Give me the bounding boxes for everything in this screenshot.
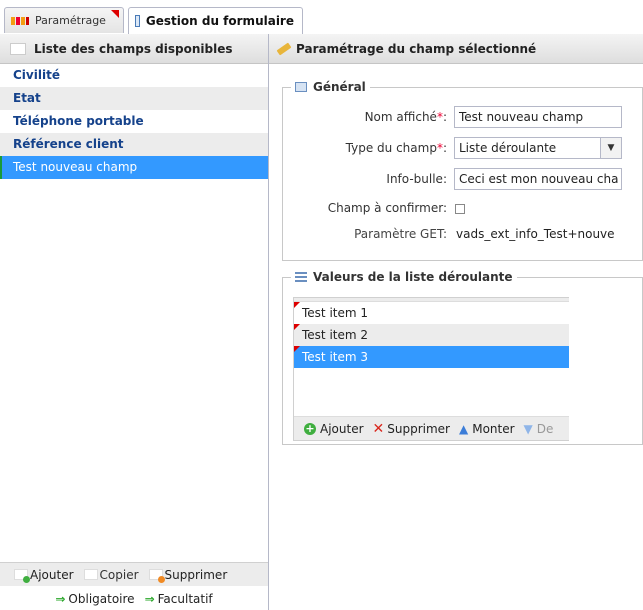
field-settings-header: Paramétrage du champ sélectionné (269, 34, 643, 64)
list-item[interactable]: Test item 3 (294, 346, 569, 368)
arrow-down-icon: ▼ (523, 421, 533, 436)
delete-field-button[interactable]: Supprimer (148, 567, 228, 583)
list-item[interactable]: Test item 2 (294, 324, 569, 346)
list-icon (295, 272, 307, 282)
arrow-up-icon: ▲ (458, 421, 469, 436)
field-item-etat[interactable]: Etat (0, 87, 268, 110)
tab-bar: Paramétrage Gestion du formulaire (0, 0, 643, 35)
modified-flag-icon (294, 346, 300, 352)
list-item[interactable]: Test item 1 (294, 302, 569, 324)
pencil-icon (276, 42, 292, 55)
tooltip-label: Info-bulle: (386, 172, 447, 186)
panel-title: Liste des champs disponibles (34, 41, 233, 56)
display-name-label: Nom affiché*: (364, 110, 447, 124)
general-fieldset: Général Nom affiché*: Test nouveau champ… (282, 80, 643, 261)
general-legend: Général (291, 80, 370, 94)
arrow-right-icon: ⇒ (55, 591, 66, 606)
legend-footer: ⇒ Obligatoire ⇒ Facultatif (0, 587, 268, 610)
tab-marker-icon (111, 10, 119, 18)
get-param-label: Paramètre GET: (354, 227, 447, 241)
add-label: Ajouter (30, 567, 74, 582)
arrow-right-icon: ⇒ (144, 591, 155, 606)
modified-flag-icon (294, 324, 300, 330)
field-item-civilite[interactable]: Civilité (0, 64, 268, 87)
add-icon (14, 569, 30, 583)
field-list-toolbar: Ajouter Copier Supprimer (0, 562, 268, 586)
get-param-value: vads_ext_info_Test+nouve (456, 227, 615, 241)
mandatory-label: Obligatoire (68, 591, 135, 606)
dropdown-values-toolbar: + Ajouter ✕ Supprimer ▲ Monter ▼ De (294, 416, 569, 440)
move-down-button[interactable]: ▼ De (524, 422, 554, 436)
field-item-reference-client[interactable]: Référence client (0, 133, 268, 156)
tab-parametrage[interactable]: Paramétrage (4, 7, 124, 33)
copy-field-button[interactable]: Copier (83, 567, 139, 582)
add-value-button[interactable]: + Ajouter (304, 422, 364, 436)
collapse-icon[interactable] (295, 82, 307, 92)
delete-label: Supprimer (164, 567, 228, 582)
dropdown-values-grid: Test item 1 Test item 2 Test item 3 + Aj… (293, 297, 569, 441)
grid-icon (11, 16, 29, 25)
panel-icon (10, 42, 26, 55)
close-icon: ✕ (372, 420, 385, 437)
tab-gestion-formulaire[interactable]: Gestion du formulaire (128, 7, 303, 34)
modified-flag-icon (294, 302, 300, 308)
confirm-field-label: Champ à confirmer: (327, 201, 447, 215)
field-list: Civilité Etat Téléphone portable Référen… (0, 64, 268, 179)
delete-icon (148, 569, 165, 583)
tooltip-input[interactable]: Ceci est mon nouveau cha (454, 168, 622, 190)
field-type-label: Type du champ*: (345, 141, 447, 155)
field-type-select[interactable]: Liste déroulante ▼ (454, 137, 622, 159)
tab-label: Gestion du formulaire (145, 14, 294, 28)
field-item-test-nouveau-champ[interactable]: Test nouveau champ (0, 156, 268, 179)
copy-label: Copier (99, 567, 139, 582)
field-settings-panel: Paramétrage du champ sélectionné Général… (269, 34, 643, 610)
delete-value-button[interactable]: ✕ Supprimer (373, 421, 450, 437)
confirm-field-checkbox[interactable] (455, 204, 465, 214)
add-field-button[interactable]: Ajouter (14, 567, 74, 583)
display-name-input[interactable]: Test nouveau champ (454, 106, 622, 128)
panel-title: Paramétrage du champ sélectionné (296, 41, 537, 56)
add-icon: + (304, 421, 316, 435)
move-up-button[interactable]: ▲ Monter (459, 422, 515, 436)
tab-label: Paramétrage (35, 14, 106, 27)
field-item-telephone-portable[interactable]: Téléphone portable (0, 110, 268, 133)
available-fields-header: Liste des champs disponibles (0, 34, 268, 64)
optional-label: Facultatif (157, 591, 213, 606)
dropdown-values-legend: Valeurs de la liste déroulante (291, 270, 517, 284)
available-fields-panel: Liste des champs disponibles Civilité Et… (0, 34, 269, 610)
chevron-down-icon[interactable]: ▼ (600, 138, 621, 158)
form-icon (135, 15, 140, 27)
copy-icon (83, 569, 98, 580)
